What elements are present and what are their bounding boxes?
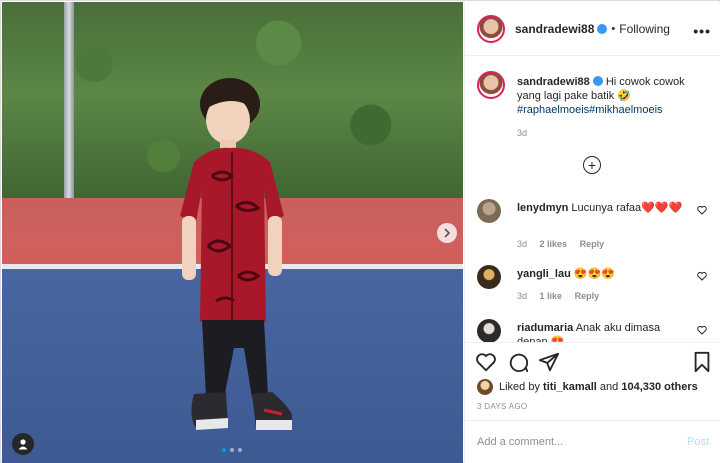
comment-reply-button[interactable]: Reply xyxy=(575,291,600,301)
next-photo-button[interactable] xyxy=(437,223,457,243)
add-comment-bar: Post xyxy=(465,420,720,463)
comment-emoji: 😍😍😍 xyxy=(573,268,615,280)
post-side-panel: sandradewi88 • Following ••• sandradewi8… xyxy=(464,2,720,463)
carousel-dot xyxy=(222,448,226,452)
caption-username[interactable]: sandradewi88 xyxy=(517,76,590,88)
liker-username[interactable]: titi_kamall xyxy=(543,381,597,393)
tagged-users-button[interactable] xyxy=(12,433,34,455)
post-photo[interactable] xyxy=(2,2,463,463)
action-bar xyxy=(465,342,720,382)
commenter-avatar[interactable] xyxy=(477,199,501,223)
comments-list[interactable]: sandradewi88 Hi cowok cowok yang lagi pa… xyxy=(465,57,720,342)
likes-prefix: Liked by xyxy=(499,381,540,393)
more-options-icon[interactable]: ••• xyxy=(693,23,711,39)
comment-username[interactable]: lenydmyn xyxy=(517,202,568,214)
comment-likes[interactable]: 2 likes xyxy=(540,239,568,249)
verified-badge-icon xyxy=(597,23,608,34)
chevron-right-icon xyxy=(444,228,451,238)
comment-likes[interactable]: 1 like xyxy=(540,291,563,301)
pole xyxy=(64,2,74,200)
liker-avatar[interactable] xyxy=(477,379,493,395)
heart-icon[interactable] xyxy=(475,351,497,373)
share-icon[interactable] xyxy=(538,351,560,373)
user-icon xyxy=(18,439,28,450)
load-more-comments-button[interactable]: + xyxy=(583,156,601,174)
comment-text-block: lenydmyn Lucunya rafaa❤️❤️❤️ xyxy=(517,201,687,215)
caption-avatar[interactable] xyxy=(477,71,505,99)
comment-reply-button[interactable]: Reply xyxy=(580,239,605,249)
comment-text-block: riadumaria Anak aku dimasa depan 😍 xyxy=(517,321,687,342)
author-avatar[interactable] xyxy=(477,14,505,43)
comment-text: Lucunya rafaa xyxy=(571,202,642,214)
add-comment-input[interactable] xyxy=(477,436,687,448)
likes-summary: Liked by titi_kamall and 104,330 others xyxy=(477,379,698,395)
comment-time: 3d xyxy=(517,239,528,249)
commenter-avatar[interactable] xyxy=(477,265,501,289)
heart-outline-icon[interactable] xyxy=(697,325,707,335)
caption-text-block: sandradewi88 Hi cowok cowok yang lagi pa… xyxy=(517,75,707,117)
carousel-dot xyxy=(238,448,242,452)
comment-username[interactable]: riadumaria xyxy=(517,322,573,334)
comment-emoji: ❤️❤️❤️ xyxy=(641,202,683,214)
separator-dot: • xyxy=(611,22,616,35)
post-comment-button[interactable]: Post xyxy=(687,436,709,448)
instagram-post-frame: sandradewi88 • Following ••• sandradewi8… xyxy=(0,0,720,463)
caption-hashtags[interactable]: #raphaelmoeis#mikhaelmoeis xyxy=(517,104,663,116)
comment-icon[interactable] xyxy=(507,351,529,373)
comment-meta: 3d 2 likes Reply xyxy=(517,239,614,249)
commenter-avatar[interactable] xyxy=(477,319,501,342)
comment-meta: 3d 1 like Reply xyxy=(517,291,609,301)
heart-outline-icon[interactable] xyxy=(697,205,707,215)
post-time-ago: 3 DAYS AGO xyxy=(477,402,528,411)
caption-time: 3d xyxy=(517,128,528,138)
post-header: sandradewi88 • Following ••• xyxy=(465,2,720,56)
bookmark-icon[interactable] xyxy=(691,351,713,373)
likes-count[interactable]: 104,330 others xyxy=(621,381,697,393)
child-figure xyxy=(180,78,292,430)
comment-time: 3d xyxy=(517,291,528,301)
comment-text-block: yangli_lau 😍😍😍 xyxy=(517,267,687,281)
author-username[interactable]: sandradewi88 xyxy=(515,22,608,36)
carousel-indicator xyxy=(222,448,242,452)
following-button[interactable]: Following xyxy=(619,22,670,36)
likes-and: and xyxy=(599,381,619,393)
comment-username[interactable]: yangli_lau xyxy=(517,268,571,280)
carousel-dot xyxy=(230,448,234,452)
verified-badge-icon xyxy=(592,76,603,86)
heart-outline-icon[interactable] xyxy=(697,271,707,281)
